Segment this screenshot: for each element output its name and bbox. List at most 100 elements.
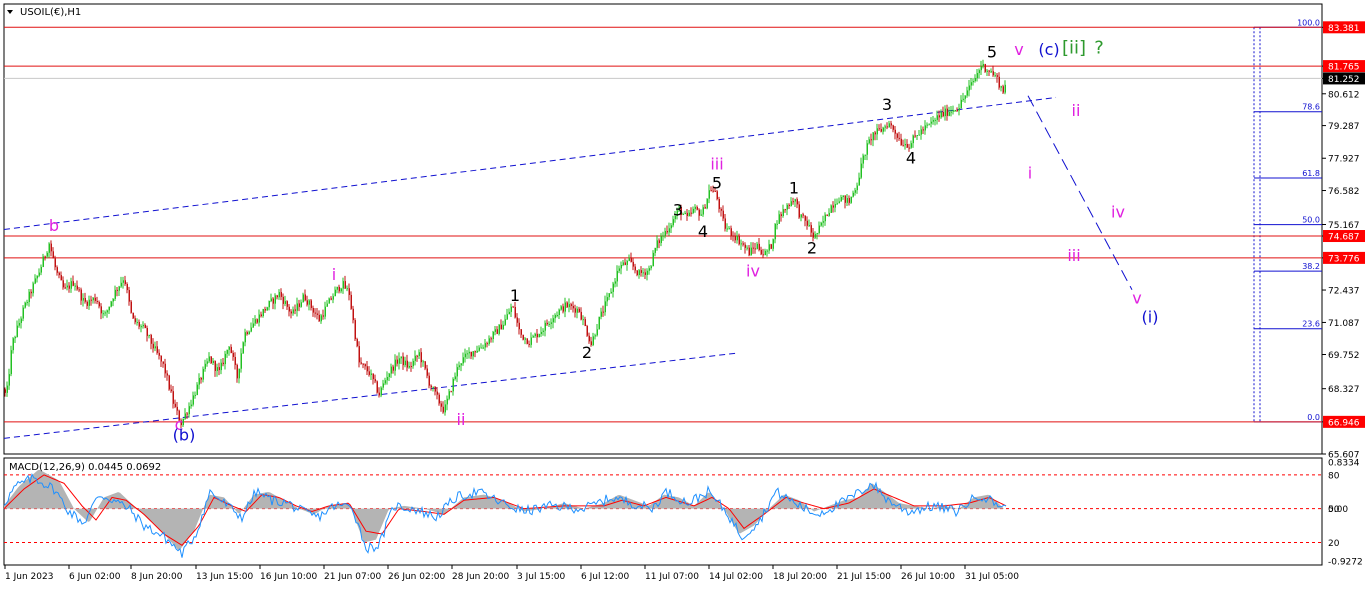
candle-body bbox=[500, 324, 502, 330]
candle-body bbox=[322, 315, 324, 317]
candle-body bbox=[694, 206, 696, 209]
candle-body bbox=[260, 314, 262, 317]
candle-body bbox=[448, 391, 450, 399]
candle-body bbox=[862, 155, 864, 164]
candle-body bbox=[1004, 84, 1006, 93]
candle-body bbox=[30, 291, 32, 294]
candle-body bbox=[258, 314, 260, 323]
candle-body bbox=[912, 135, 914, 144]
candle-body bbox=[104, 312, 106, 314]
candle-body bbox=[52, 251, 54, 259]
candle-body bbox=[860, 163, 862, 178]
candle-body bbox=[512, 306, 514, 308]
candle-body bbox=[496, 329, 498, 334]
candle-body bbox=[394, 359, 396, 371]
candle-body bbox=[50, 243, 52, 252]
wave-label: 1 bbox=[510, 286, 520, 305]
candle-body bbox=[166, 373, 168, 376]
candle-body bbox=[702, 207, 704, 215]
candle-body bbox=[804, 215, 806, 221]
candle-body bbox=[22, 307, 24, 319]
candle-body bbox=[286, 301, 288, 307]
candle-body bbox=[378, 392, 380, 396]
fibonacci-level-label: 23.6 bbox=[1302, 320, 1320, 329]
candle-body bbox=[428, 375, 430, 386]
candle-body bbox=[874, 132, 876, 135]
candle-body bbox=[100, 306, 102, 314]
candle-body bbox=[312, 307, 314, 313]
candle-body bbox=[814, 234, 816, 238]
candle-body bbox=[744, 244, 746, 248]
candle-body bbox=[186, 413, 188, 415]
wave-label: v bbox=[1014, 40, 1023, 59]
candle-body bbox=[630, 258, 632, 262]
candle-body bbox=[248, 331, 250, 335]
candle-body bbox=[410, 366, 412, 368]
candle-body bbox=[890, 123, 892, 126]
candle-body bbox=[820, 222, 822, 226]
candle-body bbox=[450, 391, 452, 393]
candle-body bbox=[176, 406, 178, 411]
candle-body bbox=[852, 192, 854, 197]
candle-body bbox=[46, 252, 48, 257]
candle-body bbox=[664, 231, 666, 236]
candle-body bbox=[490, 338, 492, 340]
candle-body bbox=[44, 256, 46, 258]
candle-body bbox=[742, 243, 744, 245]
candle-body bbox=[292, 309, 294, 314]
candle-body bbox=[748, 247, 750, 256]
candle-body bbox=[956, 110, 958, 112]
candle-body bbox=[958, 108, 960, 111]
candle-body bbox=[618, 268, 620, 271]
candle-body bbox=[892, 125, 894, 130]
candle-body bbox=[920, 129, 922, 135]
candle-body bbox=[828, 212, 830, 216]
candle-body bbox=[86, 301, 88, 306]
price-tick-label: 73.776 bbox=[1328, 254, 1360, 264]
candle-body bbox=[324, 306, 326, 317]
candle-body bbox=[296, 303, 298, 311]
candle-body bbox=[572, 305, 574, 309]
candle-body bbox=[880, 129, 882, 132]
candle-body bbox=[120, 282, 122, 287]
price-tick-label: 81.252 bbox=[1328, 75, 1360, 85]
candle-body bbox=[150, 334, 152, 344]
candle-body bbox=[948, 111, 950, 116]
time-tick-label: 18 Jul 20:00 bbox=[773, 572, 827, 582]
candle-body bbox=[234, 356, 236, 365]
candle-body bbox=[594, 335, 596, 337]
candle-body bbox=[162, 361, 164, 364]
candle-body bbox=[26, 302, 28, 304]
candle-body bbox=[66, 285, 68, 288]
candle-body bbox=[158, 352, 160, 356]
candle-body bbox=[96, 300, 98, 303]
candle-body bbox=[816, 233, 818, 235]
candle-body bbox=[434, 386, 436, 392]
candle-body bbox=[432, 386, 434, 388]
candle-body bbox=[222, 362, 224, 365]
candle-body bbox=[998, 76, 1000, 88]
candle-body bbox=[524, 338, 526, 340]
candle-body bbox=[242, 342, 244, 354]
time-tick-label: 3 Jul 15:00 bbox=[517, 572, 566, 582]
macd-tick-label: -0.9272 bbox=[1328, 557, 1363, 567]
candle-body bbox=[308, 300, 310, 305]
candle-body bbox=[142, 324, 144, 327]
candle-body bbox=[266, 307, 268, 311]
candle-body bbox=[566, 302, 568, 308]
candle-body bbox=[762, 254, 764, 256]
candle-body bbox=[270, 298, 272, 302]
candle-body bbox=[784, 209, 786, 211]
candle-body bbox=[990, 71, 992, 73]
candle-body bbox=[586, 325, 588, 336]
candle-body bbox=[122, 280, 124, 283]
candle-body bbox=[112, 298, 114, 302]
candle-body bbox=[934, 119, 936, 121]
candle-body bbox=[902, 145, 904, 147]
time-tick-label: 6 Jul 12:00 bbox=[581, 572, 630, 582]
candle-body bbox=[818, 225, 820, 234]
candle-body bbox=[306, 300, 308, 305]
candle-body bbox=[504, 319, 506, 325]
candle-body bbox=[896, 133, 898, 138]
candle-body bbox=[246, 332, 248, 335]
